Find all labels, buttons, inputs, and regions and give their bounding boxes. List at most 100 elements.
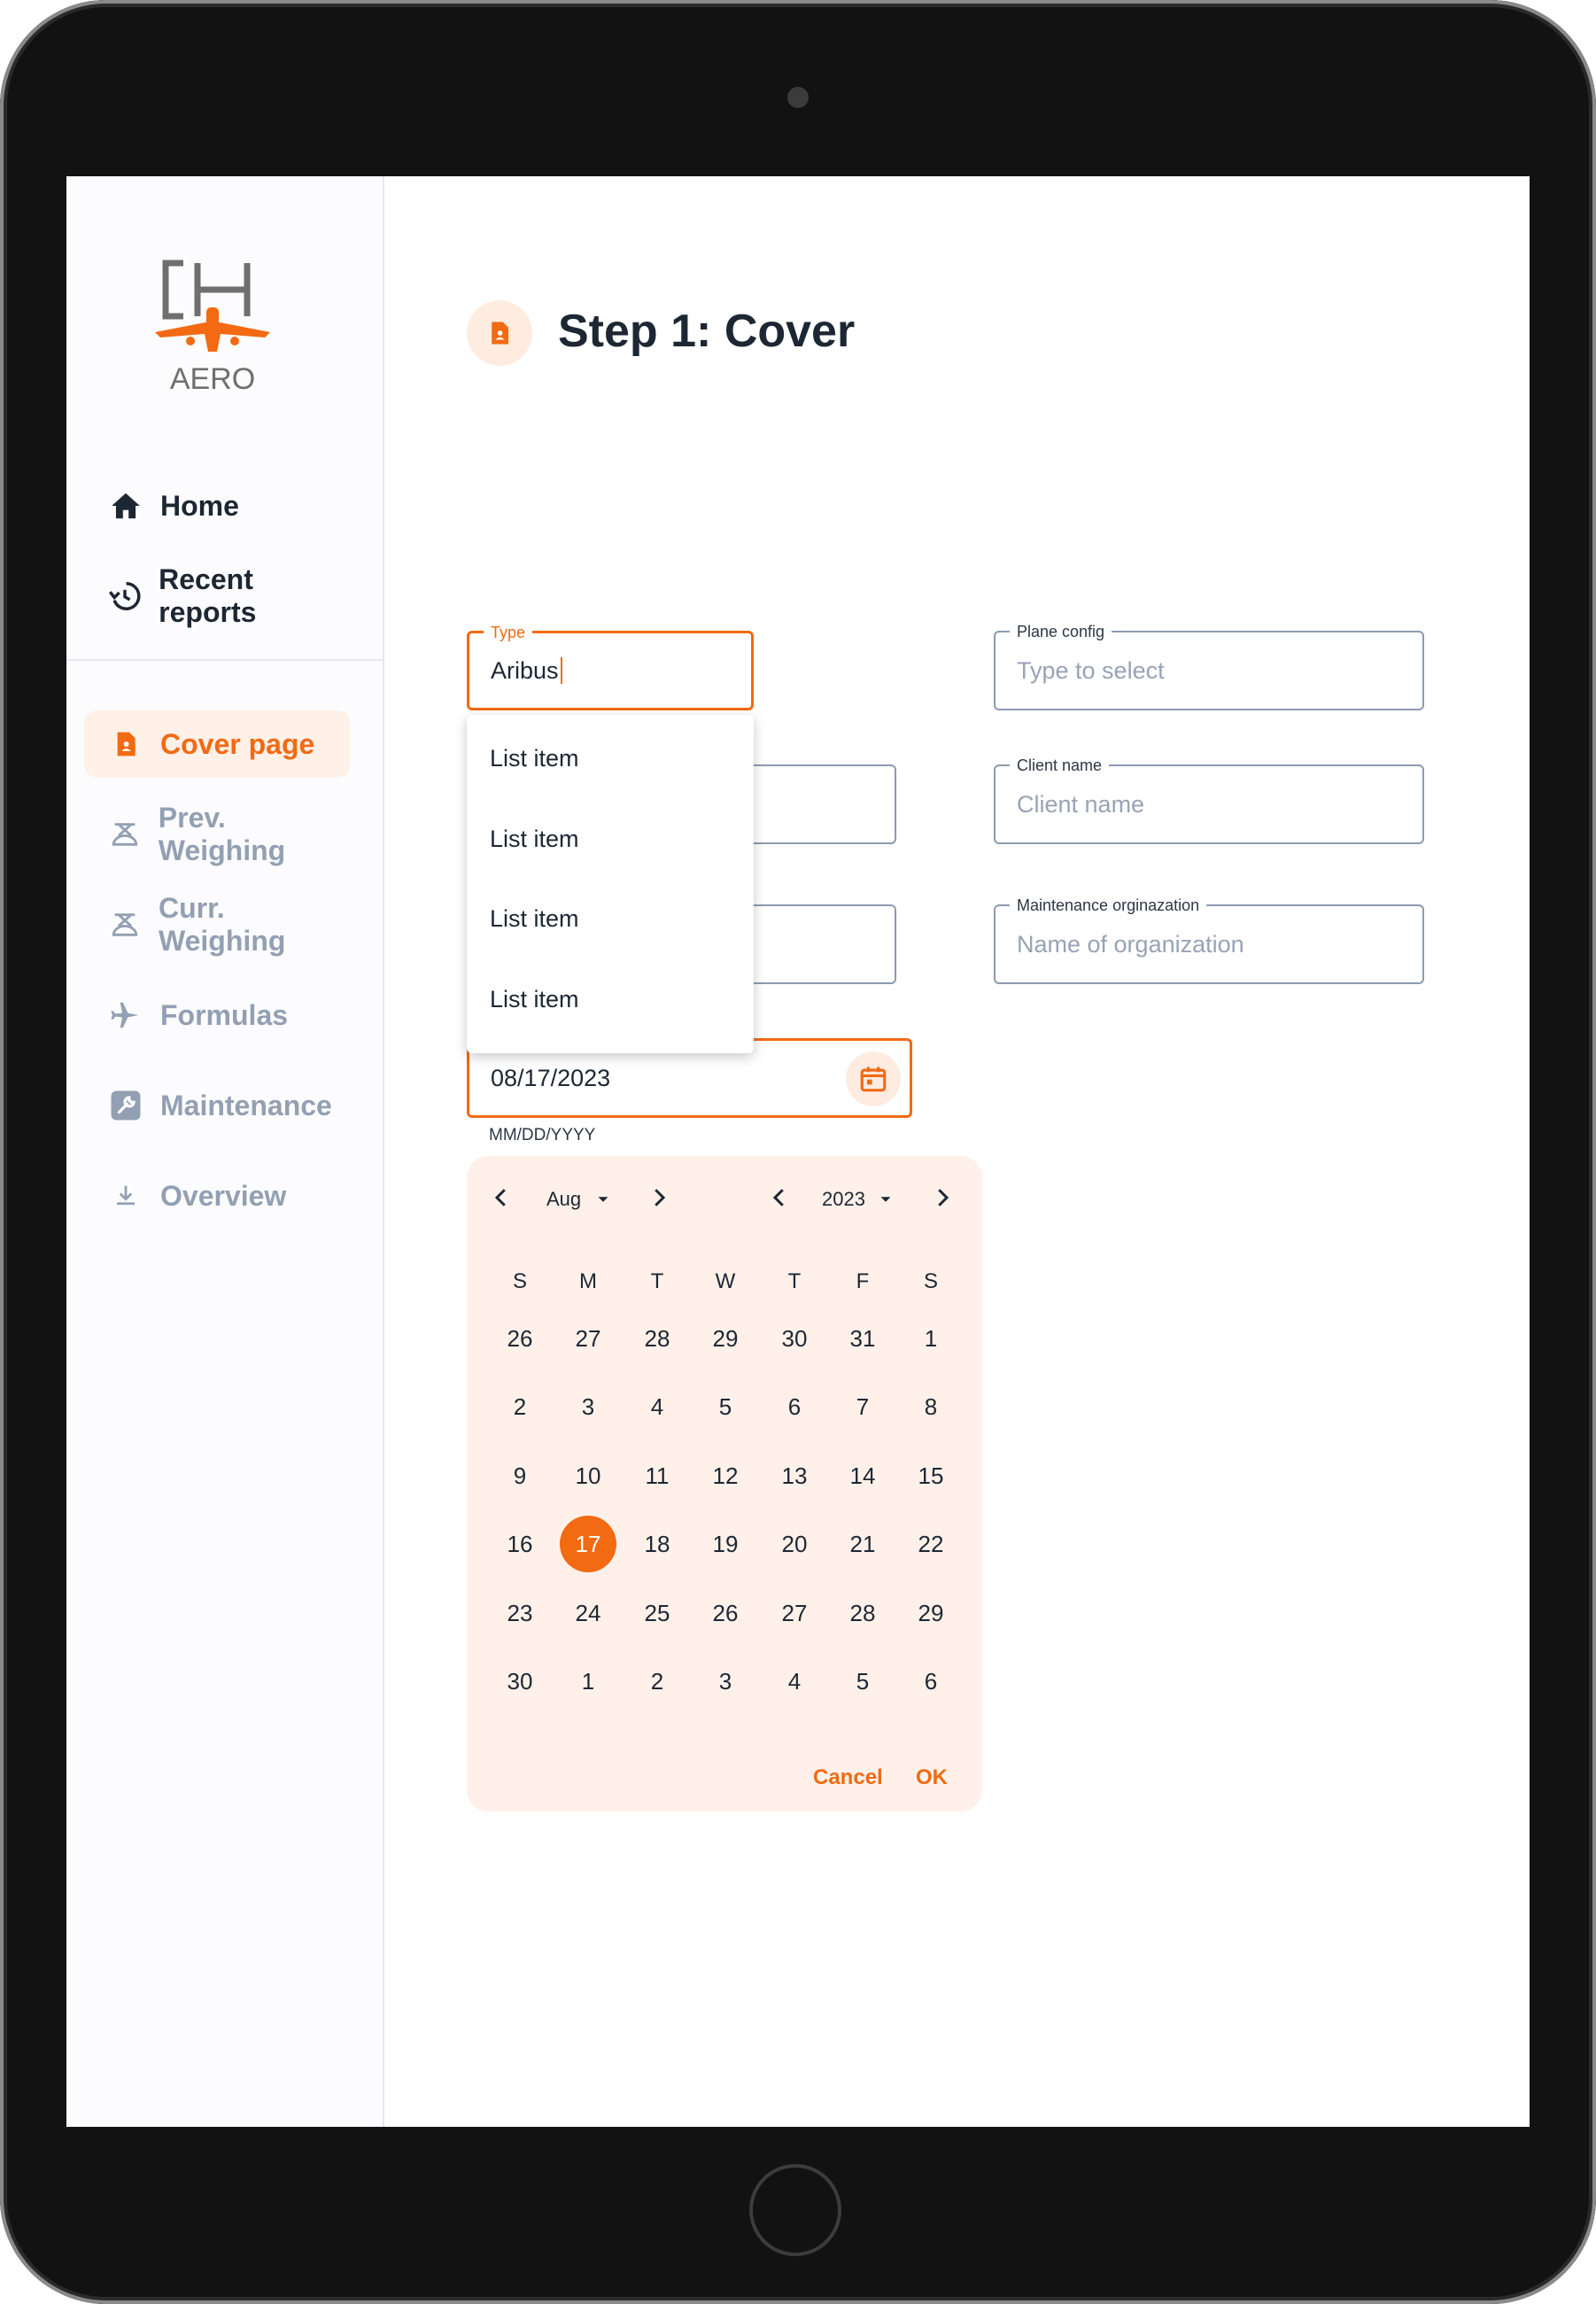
svg-text:AERO: AERO bbox=[170, 362, 255, 396]
prev-month-button[interactable] bbox=[488, 1184, 515, 1211]
calendar-day[interactable]: 27 bbox=[766, 1585, 823, 1641]
calendar-day[interactable]: 10 bbox=[560, 1447, 616, 1504]
calendar-day[interactable]: 20 bbox=[766, 1516, 823, 1572]
next-month-button[interactable] bbox=[646, 1184, 672, 1211]
text-caret bbox=[560, 657, 562, 684]
list-item[interactable]: List item bbox=[490, 986, 579, 1013]
calendar-day[interactable]: 31 bbox=[834, 1310, 891, 1367]
calendar-day[interactable]: 30 bbox=[492, 1653, 548, 1710]
calendar-day[interactable]: 15 bbox=[903, 1447, 959, 1504]
maintenance-org-placeholder: Name of organization bbox=[1017, 930, 1244, 958]
type-field[interactable]: Type Aribus bbox=[467, 623, 754, 710]
calendar-day[interactable]: 3 bbox=[697, 1653, 754, 1710]
step-icon bbox=[467, 300, 532, 366]
calendar-day[interactable]: 6 bbox=[903, 1653, 959, 1710]
sidebar-item-overview[interactable]: Overview bbox=[84, 1162, 350, 1230]
calendar-day[interactable]: 5 bbox=[697, 1378, 754, 1435]
selected-day[interactable]: 17 bbox=[560, 1516, 616, 1572]
client-name-placeholder: Client name bbox=[1017, 790, 1145, 818]
calendar-day[interactable]: 18 bbox=[629, 1516, 686, 1572]
cancel-button[interactable]: Cancel bbox=[813, 1765, 883, 1790]
calendar-day[interactable]: 21 bbox=[834, 1516, 891, 1572]
camera-dot bbox=[787, 87, 809, 108]
date-picker-header: Aug 2023 bbox=[467, 1183, 982, 1218]
scale-icon bbox=[107, 906, 143, 943]
calendar-day[interactable]: 11 bbox=[629, 1447, 686, 1504]
device-home-button[interactable] bbox=[749, 2164, 841, 2256]
sidebar-item-label: Prev. Weighing bbox=[158, 802, 286, 866]
calendar-day[interactable]: 7 bbox=[834, 1378, 891, 1435]
caret-down-icon bbox=[598, 1197, 608, 1202]
chevron-right-icon bbox=[938, 1189, 949, 1206]
maintenance-org-field[interactable]: Maintenance orginazation Name of organiz… bbox=[994, 896, 1424, 984]
calendar-day[interactable]: 4 bbox=[629, 1378, 686, 1435]
calendar-icon bbox=[860, 1067, 887, 1092]
sidebar-item-curr-weighing[interactable]: Curr. Weighing bbox=[84, 891, 350, 958]
calendar-day[interactable]: 29 bbox=[697, 1310, 754, 1367]
calendar-day[interactable]: 16 bbox=[492, 1516, 548, 1572]
weekday-label: T bbox=[787, 1269, 802, 1293]
calendar-day[interactable]: 29 bbox=[903, 1585, 959, 1641]
airplane-icon bbox=[107, 997, 144, 1034]
calendar-day[interactable]: 4 bbox=[766, 1653, 823, 1710]
weekday-label: S bbox=[512, 1269, 527, 1293]
plane-config-field[interactable]: Plane config Type to select bbox=[994, 622, 1424, 710]
calendar-day[interactable]: 1 bbox=[903, 1310, 959, 1367]
calendar-day[interactable]: 28 bbox=[629, 1310, 686, 1367]
next-year-button[interactable] bbox=[929, 1184, 956, 1211]
calendar-day[interactable]: 23 bbox=[492, 1585, 548, 1641]
calendar-day[interactable]: 3 bbox=[560, 1378, 616, 1435]
list-item[interactable]: List item bbox=[490, 745, 579, 772]
calendar-day[interactable]: 2 bbox=[629, 1653, 686, 1710]
calendar-day[interactable]: 25 bbox=[629, 1585, 686, 1641]
calendar-day[interactable]: 30 bbox=[766, 1310, 823, 1367]
month-select[interactable]: Aug bbox=[546, 1186, 613, 1213]
chevron-right-icon bbox=[655, 1189, 666, 1206]
calendar-day[interactable]: 12 bbox=[697, 1447, 754, 1504]
prev-year-button[interactable] bbox=[766, 1184, 793, 1211]
client-name-field[interactable]: Client name Client name bbox=[994, 756, 1424, 844]
calendar-day[interactable]: 28 bbox=[834, 1585, 891, 1641]
calendar-day[interactable]: 14 bbox=[834, 1447, 891, 1504]
sidebar-item-home[interactable]: Home bbox=[84, 472, 350, 539]
weekday-label: M bbox=[579, 1269, 597, 1293]
calendar-day[interactable]: 1 bbox=[560, 1653, 616, 1710]
calendar-day[interactable]: 26 bbox=[492, 1310, 548, 1367]
document-icon bbox=[107, 725, 144, 763]
list-item[interactable]: List item bbox=[490, 905, 579, 933]
chevron-left-icon bbox=[494, 1189, 506, 1206]
calendar-day[interactable]: 2 bbox=[492, 1378, 548, 1435]
calendar-day[interactable]: 22 bbox=[903, 1516, 959, 1572]
sidebar-item-recent-reports[interactable]: Recent reports bbox=[84, 562, 350, 630]
calendar-day[interactable]: 24 bbox=[560, 1585, 616, 1641]
plane-config-placeholder: Type to select bbox=[1017, 656, 1165, 684]
calendar-day[interactable]: 13 bbox=[766, 1447, 823, 1504]
download-icon bbox=[107, 1177, 144, 1214]
sidebar-item-cover-page[interactable]: Cover page bbox=[84, 710, 350, 778]
calendar-day[interactable]: 19 bbox=[697, 1516, 754, 1572]
sidebar-item-maintenance[interactable]: Maintenance bbox=[84, 1072, 350, 1139]
history-icon bbox=[107, 578, 143, 615]
date-picker: Aug 2023 S M T W T F S 26 27 28 29 30 31… bbox=[467, 1156, 982, 1811]
calendar-button[interactable] bbox=[846, 1051, 901, 1106]
weekday-label: W bbox=[715, 1269, 736, 1293]
calendar-day[interactable]: 8 bbox=[903, 1378, 959, 1435]
sidebar-item-label: Curr. Weighing bbox=[158, 892, 286, 957]
sidebar-item-prev-weighing[interactable]: Prev. Weighing bbox=[84, 801, 350, 868]
sidebar-item-label: Maintenance bbox=[160, 1089, 332, 1121]
calendar-day[interactable]: 26 bbox=[697, 1585, 754, 1641]
calendar-day[interactable]: 9 bbox=[492, 1447, 548, 1504]
calendar-day[interactable]: 27 bbox=[560, 1310, 616, 1367]
sidebar-item-label: Cover page bbox=[160, 727, 315, 760]
calendar-day[interactable]: 5 bbox=[834, 1653, 891, 1710]
calendar-day[interactable]: 6 bbox=[766, 1378, 823, 1435]
wrench-icon bbox=[107, 1087, 144, 1124]
page-title: Step 1: Cover bbox=[558, 306, 856, 357]
sidebar-item-formulas[interactable]: Formulas bbox=[84, 981, 350, 1049]
sidebar: AERO Home Recent reports Cover page Prev… bbox=[66, 176, 384, 2127]
date-format-hint: MM/DD/YYYY bbox=[489, 1126, 596, 1144]
weekday-label: T bbox=[650, 1269, 664, 1293]
year-select[interactable]: 2023 bbox=[822, 1186, 895, 1213]
list-item[interactable]: List item bbox=[490, 826, 579, 853]
ok-button[interactable]: OK bbox=[916, 1765, 948, 1790]
